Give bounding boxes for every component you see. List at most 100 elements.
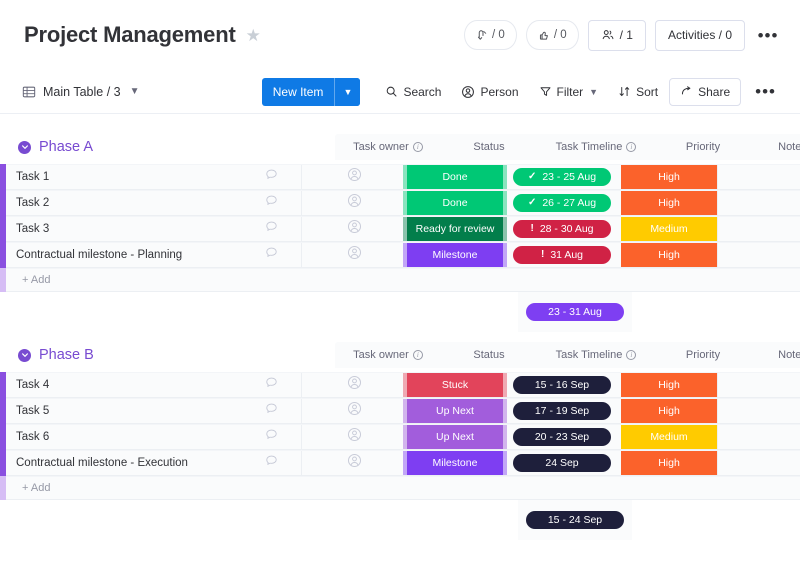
cell-task-timeline[interactable]: ✓ 23 - 25 Aug	[503, 165, 621, 189]
cell-priority[interactable]: High	[621, 165, 717, 189]
table-row[interactable]: Task 5 Up Next 17 - 19 Sep High	[0, 398, 800, 424]
cell-status[interactable]: Up Next	[403, 399, 507, 423]
status-badge[interactable]: Ready for review	[403, 217, 507, 241]
status-badge[interactable]: Up Next	[403, 425, 507, 449]
row-title[interactable]: Contractual milestone - Planning	[6, 249, 241, 261]
cell-notes[interactable]	[717, 451, 800, 475]
cell-priority[interactable]: Medium	[621, 217, 717, 241]
cell-task-owner[interactable]	[301, 399, 407, 423]
row-title[interactable]: Task 3	[6, 223, 241, 235]
cell-task-owner[interactable]	[301, 425, 407, 449]
cell-task-timeline[interactable]: ! 31 Aug	[503, 243, 621, 267]
info-icon[interactable]: i	[412, 350, 423, 360]
priority-badge[interactable]: High	[621, 243, 717, 267]
column-header-notes[interactable]: Notes	[751, 134, 800, 160]
priority-badge[interactable]: High	[621, 165, 717, 189]
summary-timeline-badge[interactable]: 15 - 24 Sep	[526, 511, 624, 529]
timeline-badge[interactable]: 15 - 16 Sep	[513, 376, 611, 394]
status-badge[interactable]: Milestone	[403, 243, 507, 267]
summary-timeline-cell[interactable]: 15 - 24 Sep	[518, 500, 632, 540]
info-icon[interactable]: i	[626, 350, 637, 360]
row-comment-button[interactable]	[241, 191, 301, 215]
search-button[interactable]: Search	[376, 78, 450, 106]
updates-counter[interactable]: / 0	[464, 20, 517, 50]
row-comment-button[interactable]	[241, 165, 301, 189]
cell-priority[interactable]: High	[621, 243, 717, 267]
timeline-badge[interactable]: ! 28 - 30 Aug	[513, 220, 611, 238]
column-header-priority[interactable]: Priority	[655, 342, 751, 368]
cell-priority[interactable]: High	[621, 451, 717, 475]
cell-notes[interactable]	[717, 373, 800, 397]
activities-button[interactable]: Activities / 0	[654, 19, 745, 51]
column-header-task-timeline[interactable]: Task Timeline i	[537, 342, 655, 368]
priority-badge[interactable]: High	[621, 451, 717, 475]
new-item-button[interactable]: New Item ▼	[261, 77, 361, 106]
timeline-badge[interactable]: ✓ 23 - 25 Aug	[513, 168, 611, 186]
cell-task-timeline[interactable]: ! 28 - 30 Aug	[503, 217, 621, 241]
priority-badge[interactable]: Medium	[621, 217, 717, 241]
info-icon[interactable]: i	[626, 142, 637, 152]
row-comment-button[interactable]	[241, 243, 301, 267]
cell-status[interactable]: Ready for review	[403, 217, 507, 241]
table-row[interactable]: Task 2 Done ✓ 26 - 27 Aug High	[0, 190, 800, 216]
cell-notes[interactable]	[717, 243, 800, 267]
timeline-badge[interactable]: 24 Sep	[513, 454, 611, 472]
cell-notes[interactable]	[717, 217, 800, 241]
chevron-down-circle-icon[interactable]	[18, 348, 31, 362]
filter-button[interactable]: Filter ▼	[530, 78, 608, 106]
timeline-badge[interactable]: ✓ 26 - 27 Aug	[513, 194, 611, 212]
share-button[interactable]: Share	[669, 77, 742, 106]
timeline-badge[interactable]: ! 31 Aug	[513, 246, 611, 264]
timeline-badge[interactable]: 20 - 23 Sep	[513, 428, 611, 446]
cell-task-timeline[interactable]: 17 - 19 Sep	[503, 399, 621, 423]
status-badge[interactable]: Milestone	[403, 451, 507, 475]
table-row[interactable]: Task 1 Done ✓ 23 - 25 Aug High	[0, 164, 800, 190]
chevron-down-icon[interactable]: ▼	[130, 86, 140, 97]
row-comment-button[interactable]	[241, 425, 301, 449]
cell-task-owner[interactable]	[301, 165, 407, 189]
add-item-row[interactable]: + Add	[0, 268, 800, 292]
column-header-task-timeline[interactable]: Task Timeline i	[537, 134, 655, 160]
likes-counter[interactable]: / 0	[525, 20, 579, 50]
chevron-down-circle-icon[interactable]	[18, 140, 31, 154]
new-item-chevron-down-icon[interactable]: ▼	[334, 77, 361, 106]
priority-badge[interactable]: High	[621, 191, 717, 215]
summary-timeline-cell[interactable]: 23 - 31 Aug	[518, 292, 632, 332]
cell-priority[interactable]: High	[621, 399, 717, 423]
status-badge[interactable]: Stuck	[403, 373, 507, 397]
row-title[interactable]: Contractual milestone - Execution	[6, 457, 241, 469]
row-title[interactable]: Task 4	[6, 379, 241, 391]
cell-task-timeline[interactable]: 24 Sep	[503, 451, 621, 475]
cell-task-owner[interactable]	[301, 217, 407, 241]
cell-task-timeline[interactable]: ✓ 26 - 27 Aug	[503, 191, 621, 215]
cell-task-owner[interactable]	[301, 373, 407, 397]
column-header-task-owner[interactable]: Task owner i	[335, 134, 441, 160]
row-comment-button[interactable]	[241, 451, 301, 475]
status-badge[interactable]: Done	[403, 191, 507, 215]
cell-notes[interactable]	[717, 425, 800, 449]
cell-status[interactable]: Stuck	[403, 373, 507, 397]
cell-status[interactable]: Milestone	[403, 243, 507, 267]
cell-notes[interactable]	[717, 191, 800, 215]
table-row[interactable]: Contractual milestone - Planning Mileston…	[0, 242, 800, 268]
row-comment-button[interactable]	[241, 217, 301, 241]
cell-priority[interactable]: High	[621, 191, 717, 215]
cell-priority[interactable]: Medium	[621, 425, 717, 449]
cell-notes[interactable]	[717, 399, 800, 423]
star-icon[interactable]: ★	[246, 27, 261, 44]
filter-chevron-down-icon[interactable]: ▼	[589, 87, 598, 97]
cell-task-timeline[interactable]: 20 - 23 Sep	[503, 425, 621, 449]
header-more-button[interactable]: •••	[754, 21, 782, 49]
cell-task-timeline[interactable]: 15 - 16 Sep	[503, 373, 621, 397]
column-header-status[interactable]: Status	[441, 134, 537, 160]
sort-button[interactable]: Sort	[609, 78, 667, 106]
column-header-notes[interactable]: Notes	[751, 342, 800, 368]
row-title[interactable]: Task 6	[6, 431, 241, 443]
person-filter-button[interactable]: Person	[452, 78, 527, 106]
cell-status[interactable]: Done	[403, 191, 507, 215]
row-comment-button[interactable]	[241, 399, 301, 423]
cell-notes[interactable]	[717, 165, 800, 189]
table-row[interactable]: Task 6 Up Next 20 - 23 Sep Medium	[0, 424, 800, 450]
row-title[interactable]: Task 1	[6, 171, 241, 183]
priority-badge[interactable]: Medium	[621, 425, 717, 449]
